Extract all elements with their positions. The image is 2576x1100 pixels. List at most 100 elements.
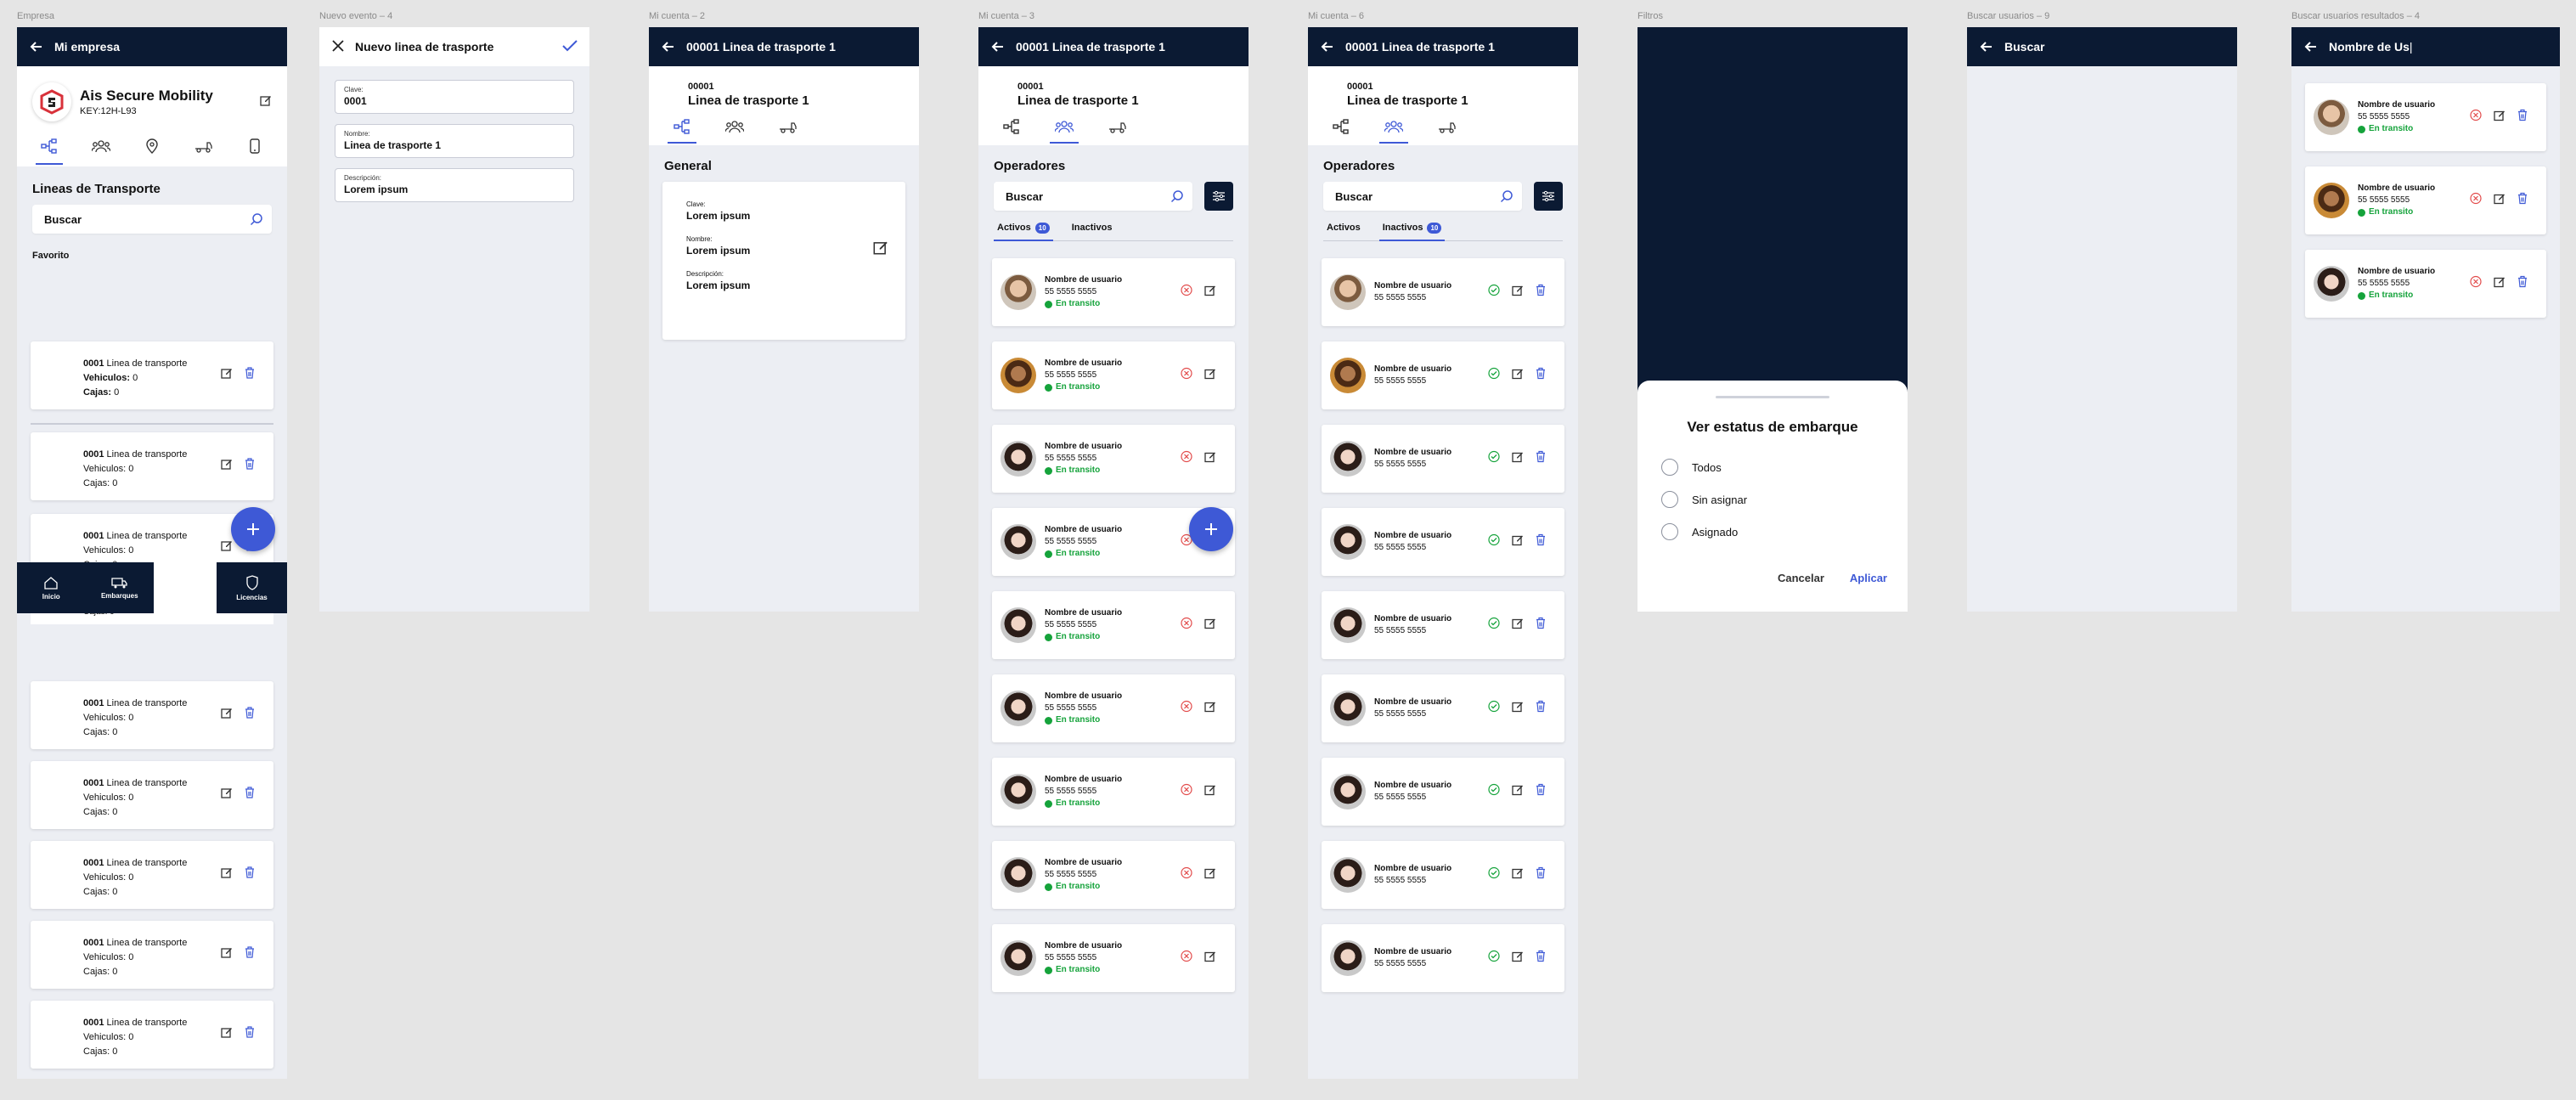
radio-option-asignado[interactable]: Asignado <box>1637 516 1908 548</box>
deactivate-icon[interactable] <box>2470 109 2482 126</box>
edit-icon[interactable] <box>221 1026 233 1043</box>
radio-button[interactable] <box>1661 459 1678 476</box>
tab-inactivos[interactable]: Inactivos <box>1068 223 1116 240</box>
operator-card[interactable]: Nombre de usuario 55 5555 5555 En transito <box>992 425 1235 493</box>
tab-lineas[interactable] <box>24 126 75 166</box>
operator-card[interactable]: Nombre de usuario 55 5555 5555 <box>1322 425 1564 493</box>
trash-icon[interactable] <box>245 367 255 384</box>
activate-icon[interactable] <box>1488 367 1500 384</box>
search-input[interactable]: Buscar <box>32 205 272 234</box>
edit-icon[interactable] <box>260 94 272 110</box>
back-arrow-icon[interactable] <box>29 39 44 54</box>
edit-icon[interactable] <box>2494 110 2506 126</box>
search-field[interactable]: Buscar <box>2004 40 2044 54</box>
tab-general[interactable] <box>985 108 1038 145</box>
form-field[interactable]: Descripción: Lorem ipsum <box>335 168 574 202</box>
radio-option-todos[interactable]: Todos <box>1637 451 1908 483</box>
edit-icon[interactable] <box>2494 276 2506 292</box>
trash-icon[interactable] <box>1536 700 1546 717</box>
trash-icon[interactable] <box>1536 284 1546 301</box>
trash-icon[interactable] <box>1536 950 1546 967</box>
filter-button[interactable] <box>1534 182 1563 211</box>
deactivate-icon[interactable] <box>1181 450 1192 467</box>
operator-card[interactable]: Nombre de usuario 55 5555 5555 En transito <box>992 758 1235 826</box>
trash-icon[interactable] <box>245 707 255 724</box>
back-arrow-icon[interactable] <box>1320 39 1335 54</box>
operator-card[interactable]: Nombre de usuario 55 5555 5555 En transito <box>2305 166 2546 234</box>
operator-card[interactable]: Nombre de usuario 55 5555 5555 En transito <box>992 924 1235 992</box>
operator-card[interactable]: Nombre de usuario 55 5555 5555 En transito <box>992 591 1235 659</box>
back-arrow-icon[interactable] <box>661 39 676 54</box>
transport-line-card[interactable]: 0001 Linea de transporteVehiculos: 0Caja… <box>31 681 273 749</box>
edit-icon[interactable] <box>1512 451 1524 467</box>
deactivate-icon[interactable] <box>1181 367 1192 384</box>
edit-icon[interactable] <box>221 707 233 724</box>
back-arrow-icon[interactable] <box>1979 39 1994 54</box>
operator-card[interactable]: Nombre de usuario 55 5555 5555 <box>1322 508 1564 576</box>
add-button[interactable] <box>1189 507 1233 551</box>
activate-icon[interactable] <box>1488 450 1500 467</box>
transport-line-card[interactable]: 0001 Linea de transporteVehiculos: 0Caja… <box>31 921 273 989</box>
tab-vehiculos[interactable] <box>178 126 228 166</box>
trash-icon[interactable] <box>245 458 255 475</box>
edit-icon[interactable] <box>1512 951 1524 967</box>
tab-general[interactable] <box>1315 108 1367 145</box>
tab-operadores[interactable] <box>1367 108 1420 145</box>
nav-embarques[interactable]: Embarques <box>86 562 155 613</box>
trash-icon[interactable] <box>245 946 255 963</box>
tab-operadores[interactable] <box>708 108 761 145</box>
activate-icon[interactable] <box>1488 783 1500 800</box>
tab-dispositivos[interactable] <box>229 126 280 166</box>
tab-vehiculos[interactable] <box>1420 108 1473 145</box>
trash-icon[interactable] <box>245 1026 255 1043</box>
tab-operadores[interactable] <box>75 126 126 166</box>
tab-vehiculos[interactable] <box>1091 108 1143 145</box>
edit-icon[interactable] <box>221 946 233 963</box>
operator-card[interactable]: Nombre de usuario 55 5555 5555 <box>1322 258 1564 326</box>
operator-card[interactable]: Nombre de usuario 55 5555 5555 En transito <box>992 258 1235 326</box>
tab-vehiculos[interactable] <box>761 108 814 145</box>
operator-card[interactable]: Nombre de usuario 55 5555 5555 <box>1322 591 1564 659</box>
edit-icon[interactable] <box>1512 534 1524 550</box>
form-field[interactable]: Nombre: Linea de trasporte 1 <box>335 124 574 158</box>
operator-card[interactable]: Nombre de usuario 55 5555 5555 <box>1322 758 1564 826</box>
deactivate-icon[interactable] <box>1181 783 1192 800</box>
edit-icon[interactable] <box>1512 285 1524 301</box>
back-arrow-icon[interactable] <box>2303 39 2319 54</box>
transport-line-card[interactable]: 0001 Linea de transporteVehiculos: 0Caja… <box>31 841 273 909</box>
tab-activos[interactable]: Activos <box>1323 223 1364 240</box>
tab-inactivos[interactable]: Inactivos 10 <box>1378 223 1446 241</box>
activate-icon[interactable] <box>1488 866 1500 883</box>
tab-operadores[interactable] <box>1038 108 1091 145</box>
trash-icon[interactable] <box>2517 192 2528 209</box>
operator-card[interactable]: Nombre de usuario 55 5555 5555 <box>1322 674 1564 742</box>
edit-icon[interactable] <box>221 787 233 804</box>
operator-card[interactable]: Nombre de usuario 55 5555 5555 En transito <box>992 341 1235 409</box>
trash-icon[interactable] <box>2517 109 2528 126</box>
edit-icon[interactable] <box>1512 784 1524 800</box>
trash-icon[interactable] <box>1536 783 1546 800</box>
search-field[interactable]: Nombre de Us| <box>2329 40 2413 54</box>
edit-icon[interactable] <box>2494 193 2506 209</box>
close-icon[interactable] <box>331 39 345 55</box>
activate-icon[interactable] <box>1488 700 1500 717</box>
operator-card[interactable]: Nombre de usuario 55 5555 5555 En transito <box>2305 250 2546 318</box>
operator-card[interactable]: Nombre de usuario 55 5555 5555 <box>1322 341 1564 409</box>
check-icon[interactable] <box>562 39 578 54</box>
operator-card[interactable]: Nombre de usuario 55 5555 5555 En transito <box>2305 83 2546 151</box>
transport-line-card[interactable]: 0001 Linea de transporteVehiculos: 0Caja… <box>31 1001 273 1069</box>
back-arrow-icon[interactable] <box>990 39 1006 54</box>
transport-line-card[interactable]: 0001 Linea de transporteVehiculos: 0Caja… <box>31 761 273 829</box>
operator-card[interactable]: Nombre de usuario 55 5555 5555 <box>1322 841 1564 909</box>
trash-icon[interactable] <box>1536 533 1546 550</box>
form-field[interactable]: Clave: 0001 <box>335 80 574 114</box>
edit-icon[interactable] <box>221 367 233 384</box>
nav-inicio[interactable]: Inicio <box>17 562 86 613</box>
edit-icon[interactable] <box>1204 618 1216 634</box>
operator-card[interactable]: Nombre de usuario 55 5555 5555 En transito <box>992 674 1235 742</box>
deactivate-icon[interactable] <box>1181 866 1192 883</box>
edit-icon[interactable] <box>1204 951 1216 967</box>
apply-button[interactable]: Aplicar <box>1850 572 1887 584</box>
deactivate-icon[interactable] <box>1181 284 1192 301</box>
transport-line-card[interactable]: 0001 Linea de transporteVehiculos: 0Caja… <box>31 432 273 500</box>
